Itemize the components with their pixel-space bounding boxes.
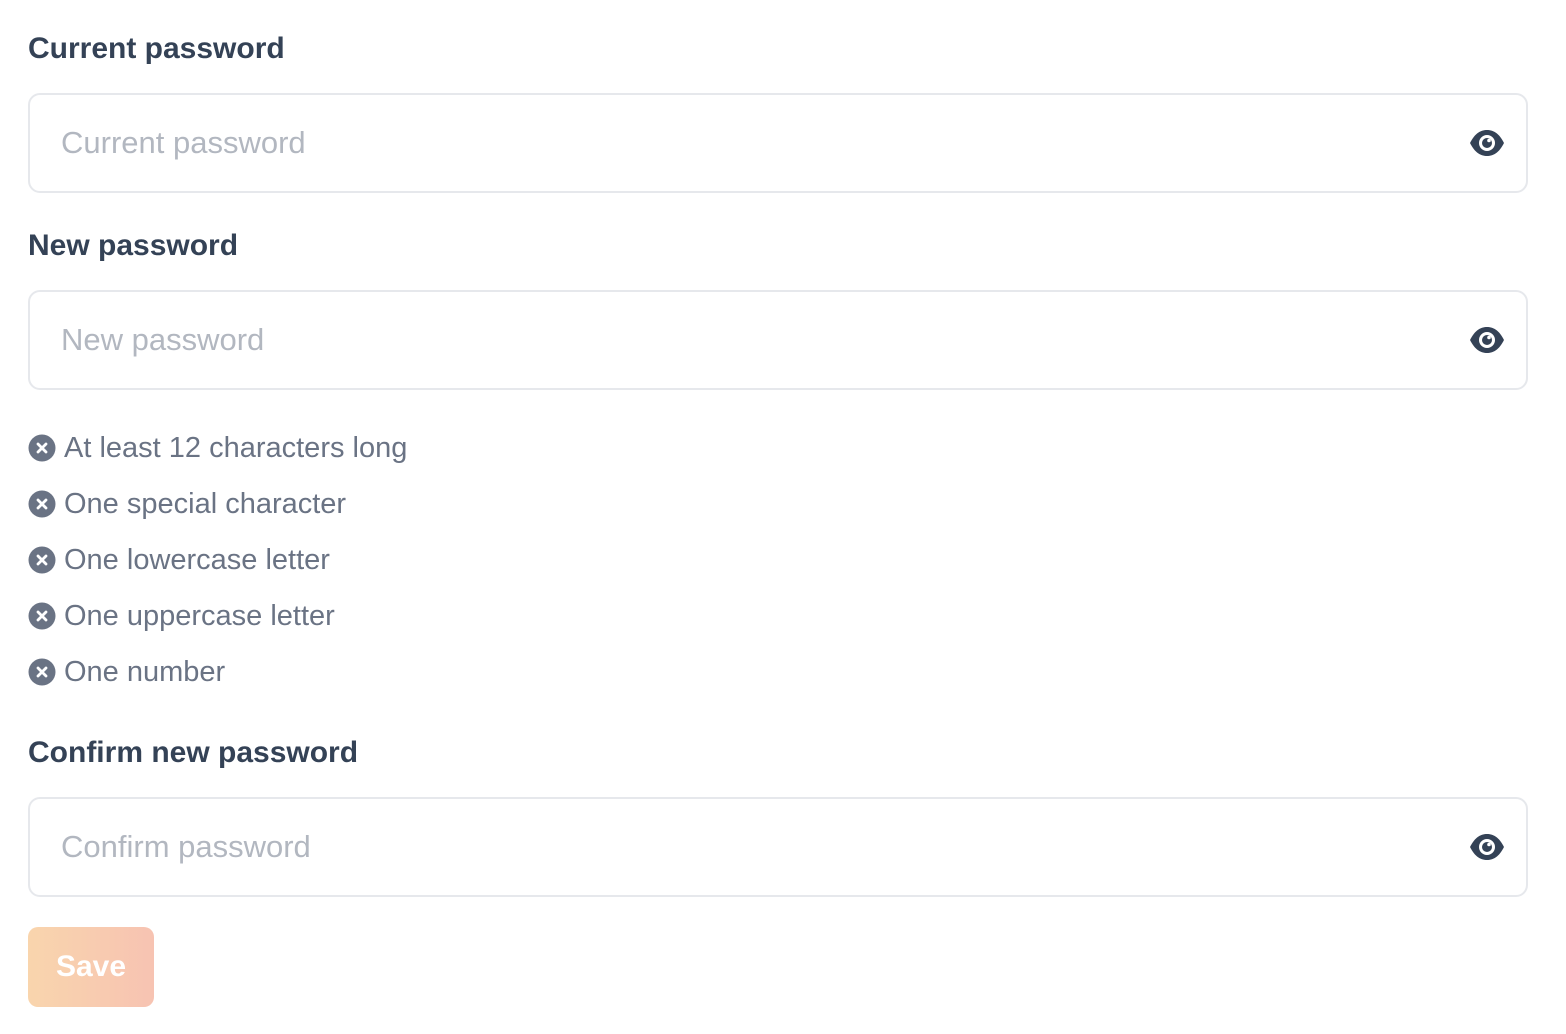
x-circle-icon	[28, 602, 56, 630]
new-password-label: New password	[28, 229, 239, 262]
requirement-text: One special character	[64, 488, 347, 520]
requirement-item: One lowercase letter	[28, 532, 828, 588]
x-circle-icon	[28, 658, 56, 686]
x-circle-icon	[28, 546, 56, 574]
requirement-text: One number	[64, 656, 226, 688]
requirement-item: One number	[28, 644, 828, 700]
confirm-password-input[interactable]	[30, 799, 1526, 895]
change-password-form: Current password New password At least 1…	[0, 0, 1566, 1034]
requirement-item: One uppercase letter	[28, 588, 828, 644]
requirement-text: One uppercase letter	[64, 600, 335, 632]
x-circle-icon	[28, 490, 56, 518]
new-password-field-wrapper	[28, 290, 1528, 390]
requirement-item: One special character	[28, 476, 828, 532]
password-requirements-list: At least 12 characters long One special …	[28, 420, 828, 700]
requirement-item: At least 12 characters long	[28, 420, 828, 476]
confirm-password-field-wrapper	[28, 797, 1528, 897]
x-circle-icon	[28, 434, 56, 462]
eye-icon[interactable]	[1468, 128, 1506, 158]
current-password-label: Current password	[28, 32, 285, 65]
eye-icon[interactable]	[1468, 325, 1506, 355]
new-password-input[interactable]	[30, 292, 1526, 388]
current-password-field-wrapper	[28, 93, 1528, 193]
confirm-password-label: Confirm new password	[28, 736, 359, 769]
requirement-text: At least 12 characters long	[64, 432, 408, 464]
save-button[interactable]: Save	[28, 927, 154, 1007]
current-password-input[interactable]	[30, 95, 1526, 191]
requirement-text: One lowercase letter	[64, 544, 330, 576]
eye-icon[interactable]	[1468, 832, 1506, 862]
